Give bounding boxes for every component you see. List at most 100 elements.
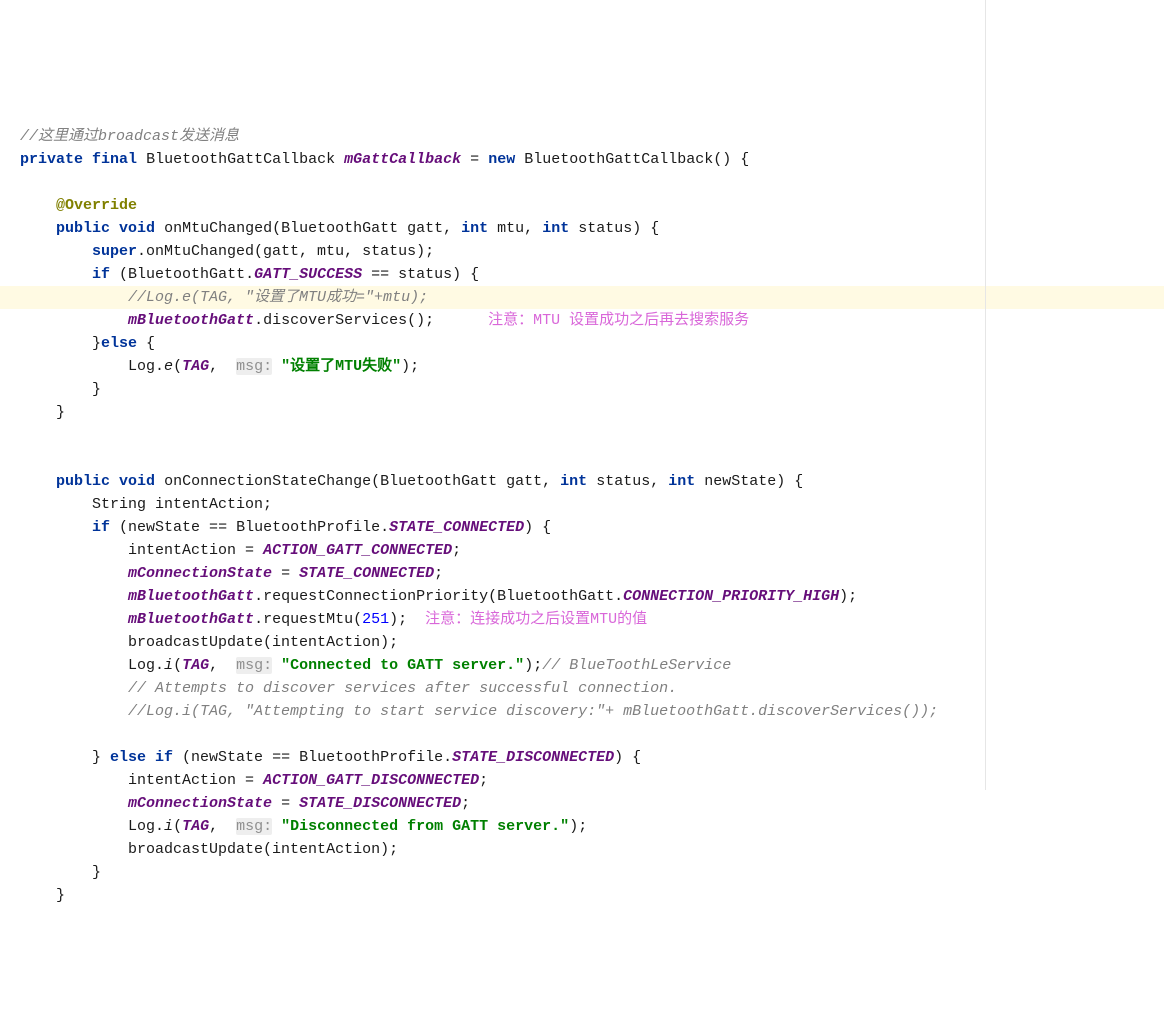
keyword: else if (110, 749, 173, 766)
keyword: else (101, 335, 137, 352)
keyword: private (20, 151, 83, 168)
paren: ( (173, 657, 182, 674)
field: mBluetoothGatt (128, 588, 254, 605)
string-literal: "Disconnected from GATT server." (281, 818, 569, 835)
constant: STATE_DISCONNECTED (452, 749, 614, 766)
number-literal: 251 (362, 611, 389, 628)
string-literal: "设置了MTU失败" (281, 358, 401, 375)
param-hint: msg: (236, 818, 272, 835)
keyword: if (92, 266, 110, 283)
constant: ACTION_GATT_DISCONNECTED (263, 772, 479, 789)
keyword: int (542, 220, 569, 237)
paren: ); (524, 657, 542, 674)
comment-line: //Log.i(TAG, "Attempting to start servic… (128, 703, 938, 720)
comment-line: // Attempts to discover services after s… (128, 680, 677, 697)
keyword: new (488, 151, 515, 168)
param: mtu, (497, 220, 533, 237)
param: status, (596, 473, 659, 490)
code: broadcastUpdate(intentAction); (128, 841, 398, 858)
inline-note: 注意：MTU 设置成功之后再去搜索服务 (488, 312, 749, 329)
code: String intentAction; (92, 496, 272, 513)
comment-line: //这里通过broadcast发送消息 (20, 128, 239, 145)
paren: ); (839, 588, 857, 605)
annotation: @Override (56, 197, 137, 214)
paren: ); (569, 818, 587, 835)
brace: { (137, 335, 155, 352)
keyword: int (560, 473, 587, 490)
code: Log. (128, 818, 164, 835)
param-hint: msg: (236, 358, 272, 375)
brace: } (92, 749, 110, 766)
brace: } (92, 381, 101, 398)
keyword: int (668, 473, 695, 490)
semi: ; (434, 565, 443, 582)
comma: , (209, 818, 236, 835)
field: mBluetoothGatt (128, 611, 254, 628)
constant: STATE_CONNECTED (389, 519, 524, 536)
static-method: e (164, 358, 173, 375)
brace: } (92, 335, 101, 352)
editor-right-margin (985, 0, 986, 790)
op: = (272, 795, 299, 812)
static-method: i (164, 818, 173, 835)
param: newState) { (704, 473, 803, 490)
comment-line: //Log.e(TAG, "设置了MTU成功="+mtu); (128, 289, 428, 306)
constant: STATE_CONNECTED (299, 565, 434, 582)
field: mConnectionState (128, 565, 272, 582)
method-sig: onMtuChanged(BluetoothGatt gatt, (164, 220, 452, 237)
paren: ); (401, 358, 419, 375)
code: BluetoothGattCallback() { (524, 151, 749, 168)
string-literal: "Connected to GATT server." (281, 657, 524, 674)
code: (newState == BluetoothProfile. (173, 749, 452, 766)
param-hint: msg: (236, 657, 272, 674)
code: .onMtuChanged(gatt, mtu, status); (137, 243, 434, 260)
paren: ( (173, 818, 182, 835)
constant: GATT_SUCCESS (254, 266, 362, 283)
keyword: void (119, 220, 155, 237)
comma: , (209, 358, 236, 375)
code: .requestConnectionPriority(BluetoothGatt… (254, 588, 623, 605)
brace: } (92, 864, 101, 881)
code: ) { (524, 519, 551, 536)
field: TAG (182, 358, 209, 375)
constant: ACTION_GATT_CONNECTED (263, 542, 452, 559)
semi: ; (452, 542, 461, 559)
keyword: public (56, 220, 110, 237)
keyword: int (461, 220, 488, 237)
code: Log. (128, 657, 164, 674)
keyword: if (92, 519, 110, 536)
code: ) { (614, 749, 641, 766)
code: (BluetoothGatt. (119, 266, 254, 283)
method-sig: onConnectionStateChange(BluetoothGatt ga… (164, 473, 551, 490)
paren: ); (389, 611, 425, 628)
code: .discoverServices(); (254, 312, 434, 329)
field: TAG (182, 818, 209, 835)
field: mBluetoothGatt (128, 312, 254, 329)
op: = (470, 151, 479, 168)
code: Log. (128, 358, 164, 375)
keyword: super (92, 243, 137, 260)
type: BluetoothGattCallback (146, 151, 335, 168)
inline-note: 注意：连接成功之后设置MTU的值 (425, 611, 647, 628)
param: status) { (578, 220, 659, 237)
semi: ; (479, 772, 488, 789)
code: (newState == BluetoothProfile. (119, 519, 389, 536)
comment-line: // BlueToothLeService (542, 657, 731, 674)
code: broadcastUpdate(intentAction); (128, 634, 398, 651)
brace: } (56, 404, 65, 421)
field: mConnectionState (128, 795, 272, 812)
semi: ; (461, 795, 470, 812)
field: TAG (182, 657, 209, 674)
field: mGattCallback (344, 151, 461, 168)
code: .requestMtu( (254, 611, 362, 628)
comma: , (209, 657, 236, 674)
code: == status) { (362, 266, 479, 283)
code: intentAction = (128, 542, 263, 559)
static-method: i (164, 657, 173, 674)
constant: STATE_DISCONNECTED (299, 795, 461, 812)
keyword: final (92, 151, 137, 168)
constant: CONNECTION_PRIORITY_HIGH (623, 588, 839, 605)
keyword: void (119, 473, 155, 490)
op: = (272, 565, 299, 582)
brace: } (56, 887, 65, 904)
